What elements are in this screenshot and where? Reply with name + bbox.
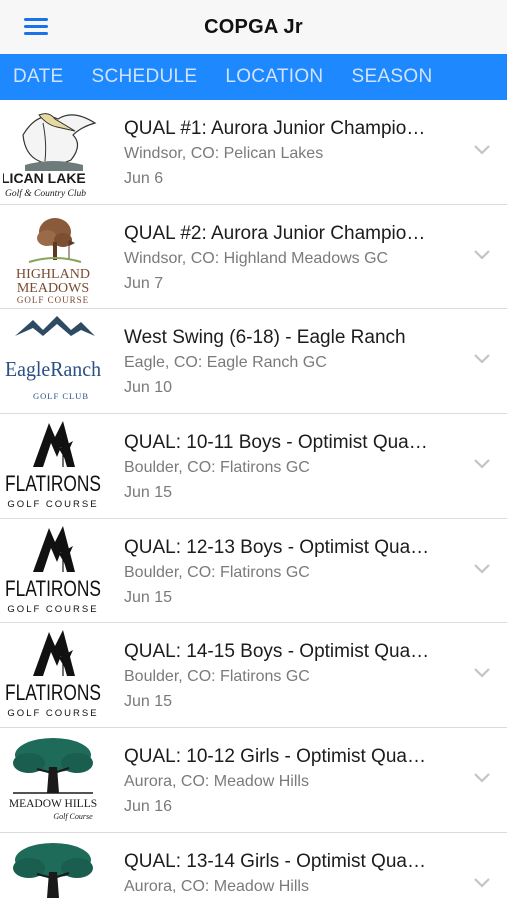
- eagle-ranch-logo: EagleRanch GOLF CLUB: [3, 314, 103, 410]
- event-title: QUAL: 13-14 Girls - Optimist Qua…: [124, 850, 426, 872]
- event-title: West Swing (6-18) - Eagle Ranch: [124, 327, 406, 349]
- chevron-down-icon[interactable]: [473, 877, 491, 889]
- pelican-lakes-logo: LICAN LAKE Golf & Country Club: [3, 105, 103, 200]
- logo-text: GOLF COURSE: [7, 708, 98, 719]
- event-date: Jun 15: [124, 588, 173, 606]
- event-row[interactable]: LICAN LAKE Golf & Country Club QUAL #1: …: [0, 100, 507, 205]
- flatirons-logo: FLATIRONS GOLF COURSE: [3, 628, 103, 724]
- event-row[interactable]: EagleRanch GOLF CLUB West Swing (6-18) -…: [0, 309, 507, 415]
- event-location: Boulder, CO: Flatirons GC: [124, 563, 310, 581]
- chevron-down-icon[interactable]: [473, 249, 491, 261]
- chevron-down-icon[interactable]: [473, 353, 491, 365]
- flatirons-logo: FLATIRONS GOLF COURSE: [3, 523, 103, 619]
- logo-text: FLATIRONS: [5, 680, 101, 705]
- chevron-down-icon[interactable]: [473, 772, 491, 784]
- event-location: Boulder, CO: Flatirons GC: [124, 668, 310, 686]
- event-title: QUAL: 14-15 Boys - Optimist Qua…: [124, 641, 430, 663]
- chevron-down-icon[interactable]: [473, 458, 491, 470]
- event-row[interactable]: FLATIRONS GOLF COURSE QUAL: 10-11 Boys -…: [0, 414, 507, 519]
- logo-text: GOLF COURSE: [17, 295, 89, 305]
- logo-text: LICAN LAKE: [3, 170, 86, 186]
- meadow-hills-logo: [3, 837, 103, 900]
- event-date: Jun 15: [124, 693, 173, 711]
- meadow-hills-logo: MEADOW HILLS Golf Course: [3, 733, 103, 829]
- event-title: QUAL: 10-12 Girls - Optimist Qua…: [124, 746, 426, 768]
- event-row[interactable]: QUAL: 13-14 Girls - Optimist Qua… Aurora…: [0, 832, 507, 900]
- event-list: LICAN LAKE Golf & Country Club QUAL #1: …: [0, 100, 507, 900]
- event-date: Jun 16: [124, 798, 173, 816]
- chevron-down-icon[interactable]: [473, 667, 491, 679]
- event-title: QUAL: 10-11 Boys - Optimist Qua…: [124, 432, 428, 454]
- event-location: Boulder, CO: Flatirons GC: [124, 459, 310, 477]
- logo-text: GOLF COURSE: [7, 604, 98, 615]
- logo-text: MEADOWS: [17, 281, 89, 296]
- tab-schedule[interactable]: SCHEDULE: [91, 66, 197, 88]
- event-date: Jun 7: [124, 274, 164, 292]
- logo-text: HIGHLAND: [16, 267, 90, 282]
- event-title: QUAL #1: Aurora Junior Champio…: [124, 118, 426, 139]
- event-location: Aurora, CO: Meadow Hills: [124, 877, 309, 895]
- filter-tab-bar: DATE SCHEDULE LOCATION SEASON: [0, 54, 507, 100]
- logo-text: Golf & Country Club: [5, 188, 86, 199]
- logo-text: Golf Course: [53, 812, 93, 821]
- logo-text: FLATIRONS: [5, 576, 101, 601]
- app-title: COPGA Jr: [204, 16, 303, 38]
- chevron-down-icon[interactable]: [473, 563, 491, 575]
- tab-season[interactable]: SEASON: [351, 66, 432, 88]
- event-title: QUAL #2: Aurora Junior Champio…: [124, 222, 426, 244]
- event-row[interactable]: FLATIRONS GOLF COURSE QUAL: 14-15 Boys -…: [0, 623, 507, 729]
- event-row[interactable]: HIGHLAND MEADOWS GOLF COURSE QUAL #2: Au…: [0, 204, 507, 310]
- event-location: Windsor, CO: Pelican Lakes: [124, 145, 324, 162]
- event-date: Jun 6: [124, 170, 164, 187]
- event-row[interactable]: MEADOW HILLS Golf Course QUAL: 10-12 Gir…: [0, 728, 507, 833]
- chevron-down-icon[interactable]: [473, 144, 491, 156]
- flatirons-logo: FLATIRONS GOLF COURSE: [3, 419, 103, 515]
- highland-meadows-logo: HIGHLAND MEADOWS GOLF COURSE: [3, 209, 103, 305]
- logo-text: MEADOW HILLS: [9, 798, 97, 810]
- logo-text: GOLF COURSE: [7, 499, 98, 510]
- event-location: Aurora, CO: Meadow Hills: [124, 773, 309, 791]
- logo-text: GOLF CLUB: [33, 391, 89, 401]
- tab-location[interactable]: LOCATION: [225, 66, 323, 88]
- event-date: Jun 10: [124, 379, 173, 397]
- event-title: QUAL: 12-13 Boys - Optimist Qua…: [124, 536, 430, 558]
- event-date: Jun 15: [124, 484, 173, 502]
- tab-date[interactable]: DATE: [13, 66, 63, 88]
- logo-text: FLATIRONS: [5, 471, 101, 496]
- event-location: Eagle, CO: Eagle Ranch GC: [124, 354, 327, 372]
- event-location: Windsor, CO: Highland Meadows GC: [124, 249, 389, 267]
- logo-text: EagleRanch: [5, 357, 101, 381]
- event-row[interactable]: FLATIRONS GOLF COURSE QUAL: 12-13 Boys -…: [0, 518, 507, 624]
- top-nav-bar: COPGA Jr: [0, 0, 507, 54]
